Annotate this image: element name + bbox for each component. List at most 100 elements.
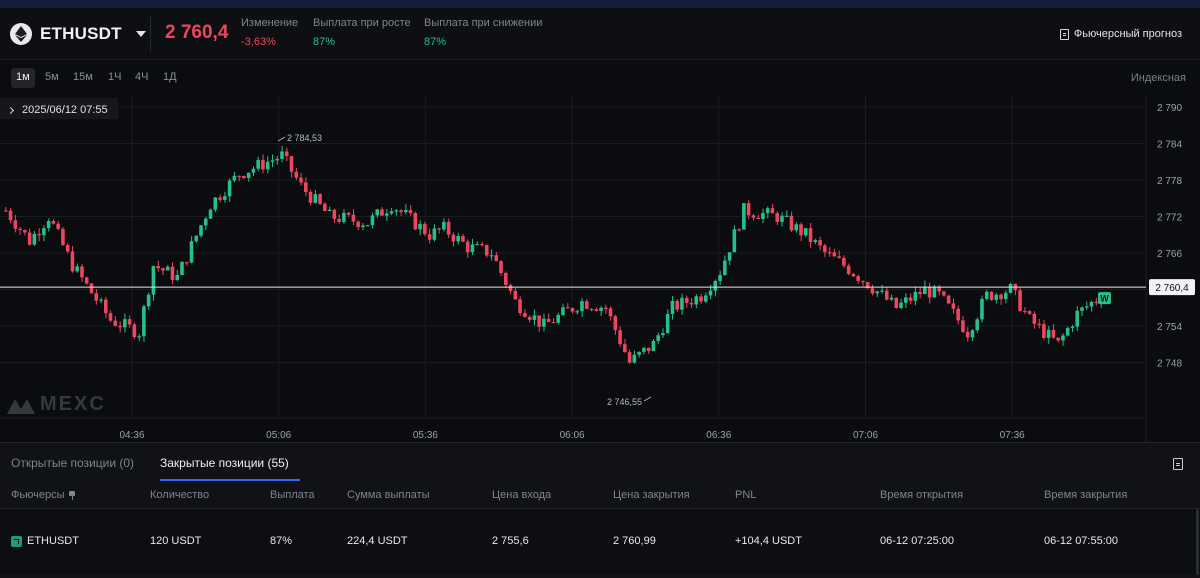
cell-quantity: 120 USDT xyxy=(150,535,202,547)
candle xyxy=(575,309,579,315)
futures-forecast-button[interactable]: Фьючерсный прогноз xyxy=(1059,8,1182,60)
candle xyxy=(704,292,708,303)
candle xyxy=(632,350,637,364)
column-header: Время закрытия xyxy=(1044,489,1128,501)
candle xyxy=(594,307,599,312)
candle-body xyxy=(599,307,603,311)
candle-body xyxy=(499,261,503,274)
candle-body xyxy=(632,354,637,363)
candle xyxy=(442,218,446,232)
stat-payout-down: Выплата при снижении 87% xyxy=(424,17,542,48)
chevron-down-icon[interactable] xyxy=(135,31,146,37)
candle-body xyxy=(899,302,903,308)
candle xyxy=(856,274,860,284)
candle xyxy=(561,303,565,316)
pin-icon[interactable] xyxy=(68,490,76,500)
symbol-name: ETHUSDT xyxy=(40,24,122,43)
candle-body xyxy=(675,300,679,310)
candle-body xyxy=(27,232,32,245)
candle xyxy=(851,272,856,278)
candle xyxy=(170,262,175,285)
candle-body xyxy=(999,294,1003,300)
table-scrollbar[interactable] xyxy=(1196,509,1199,575)
candle-body xyxy=(142,306,146,337)
timeframe-5m[interactable]: 5м xyxy=(40,68,64,88)
candle xyxy=(465,239,470,258)
candle-body xyxy=(56,223,60,229)
candle xyxy=(204,216,208,231)
candle xyxy=(437,227,441,234)
candle xyxy=(751,213,756,221)
candle-body xyxy=(894,297,899,308)
candle xyxy=(937,284,941,296)
candle xyxy=(80,263,84,282)
candle xyxy=(727,252,732,266)
candle xyxy=(794,222,799,233)
candle xyxy=(318,193,322,205)
candle-body xyxy=(537,315,541,327)
candle xyxy=(242,175,246,180)
candle xyxy=(899,298,903,310)
table-row[interactable]: ETHUSDT 120 USDT 87% 224,4 USDT 2 755,6 … xyxy=(0,509,1200,574)
candle-body xyxy=(551,321,556,324)
candle-body xyxy=(884,290,889,300)
candle-body xyxy=(80,266,84,278)
candle-body xyxy=(837,256,841,258)
timeframe-15m[interactable]: 15м xyxy=(68,68,98,88)
candle xyxy=(518,296,522,316)
candle-body xyxy=(546,318,551,322)
candle-body xyxy=(746,203,751,216)
column-header: Количество xyxy=(150,489,210,501)
candle xyxy=(470,238,475,255)
candlestick-chart[interactable]: 2 7902 7842 7782 7722 7662 7602 7542 748… xyxy=(0,95,1200,442)
candle-body xyxy=(975,319,979,331)
candle-body xyxy=(694,296,699,305)
candle xyxy=(870,284,875,296)
candle-body xyxy=(332,209,337,219)
cell-entry-price: 2 755,6 xyxy=(492,535,529,547)
candle xyxy=(161,267,165,276)
candle-body xyxy=(42,228,46,236)
candle-body xyxy=(918,291,922,295)
candle-body xyxy=(75,266,79,272)
symbol-selector[interactable]: ETHUSDT xyxy=(10,8,146,60)
candle-body xyxy=(275,158,279,161)
candle-body xyxy=(194,235,199,242)
candle-body xyxy=(1056,337,1060,341)
timeframe-4h[interactable]: 4Ч xyxy=(130,68,153,88)
candle xyxy=(761,208,765,224)
candle xyxy=(546,313,551,323)
candle-body xyxy=(1046,329,1051,338)
candle xyxy=(737,228,741,232)
candle xyxy=(775,211,779,225)
tab-closed-positions[interactable]: Закрытые позиции (55) xyxy=(160,456,289,470)
candle-body xyxy=(732,229,737,253)
candle xyxy=(1023,307,1027,314)
candle-body xyxy=(861,280,865,283)
candle xyxy=(946,294,951,305)
timeframe-1h[interactable]: 1Ч xyxy=(103,68,126,88)
candle xyxy=(523,309,527,318)
chart-canvas[interactable]: 2 7902 7842 7782 7722 7662 7602 7542 748… xyxy=(0,95,1200,442)
document-icon[interactable] xyxy=(1173,458,1183,470)
candle-body xyxy=(218,197,222,200)
candle-body xyxy=(951,303,956,309)
candle-body xyxy=(427,234,432,240)
candle-body xyxy=(108,313,113,321)
candle-body xyxy=(70,251,75,272)
candle xyxy=(70,245,75,273)
price-type-toggle[interactable]: Индексная xyxy=(1131,72,1186,84)
candle-body xyxy=(289,156,294,172)
column-header: Цена входа xyxy=(492,489,552,501)
candle-body xyxy=(813,240,818,243)
crosshair-datetime[interactable]: 2025/06/12 07:55 xyxy=(0,98,118,119)
candle-body xyxy=(451,234,456,242)
candle-body xyxy=(1075,310,1079,327)
timeframe-1d[interactable]: 1Д xyxy=(158,68,182,88)
candle xyxy=(875,290,879,298)
header-divider xyxy=(150,16,151,52)
tab-open-positions[interactable]: Открытые позиции (0) xyxy=(11,456,134,470)
candle xyxy=(84,276,89,285)
y-tick-label: 2 754 xyxy=(1157,322,1182,333)
timeframe-1m[interactable]: 1м xyxy=(11,68,35,88)
